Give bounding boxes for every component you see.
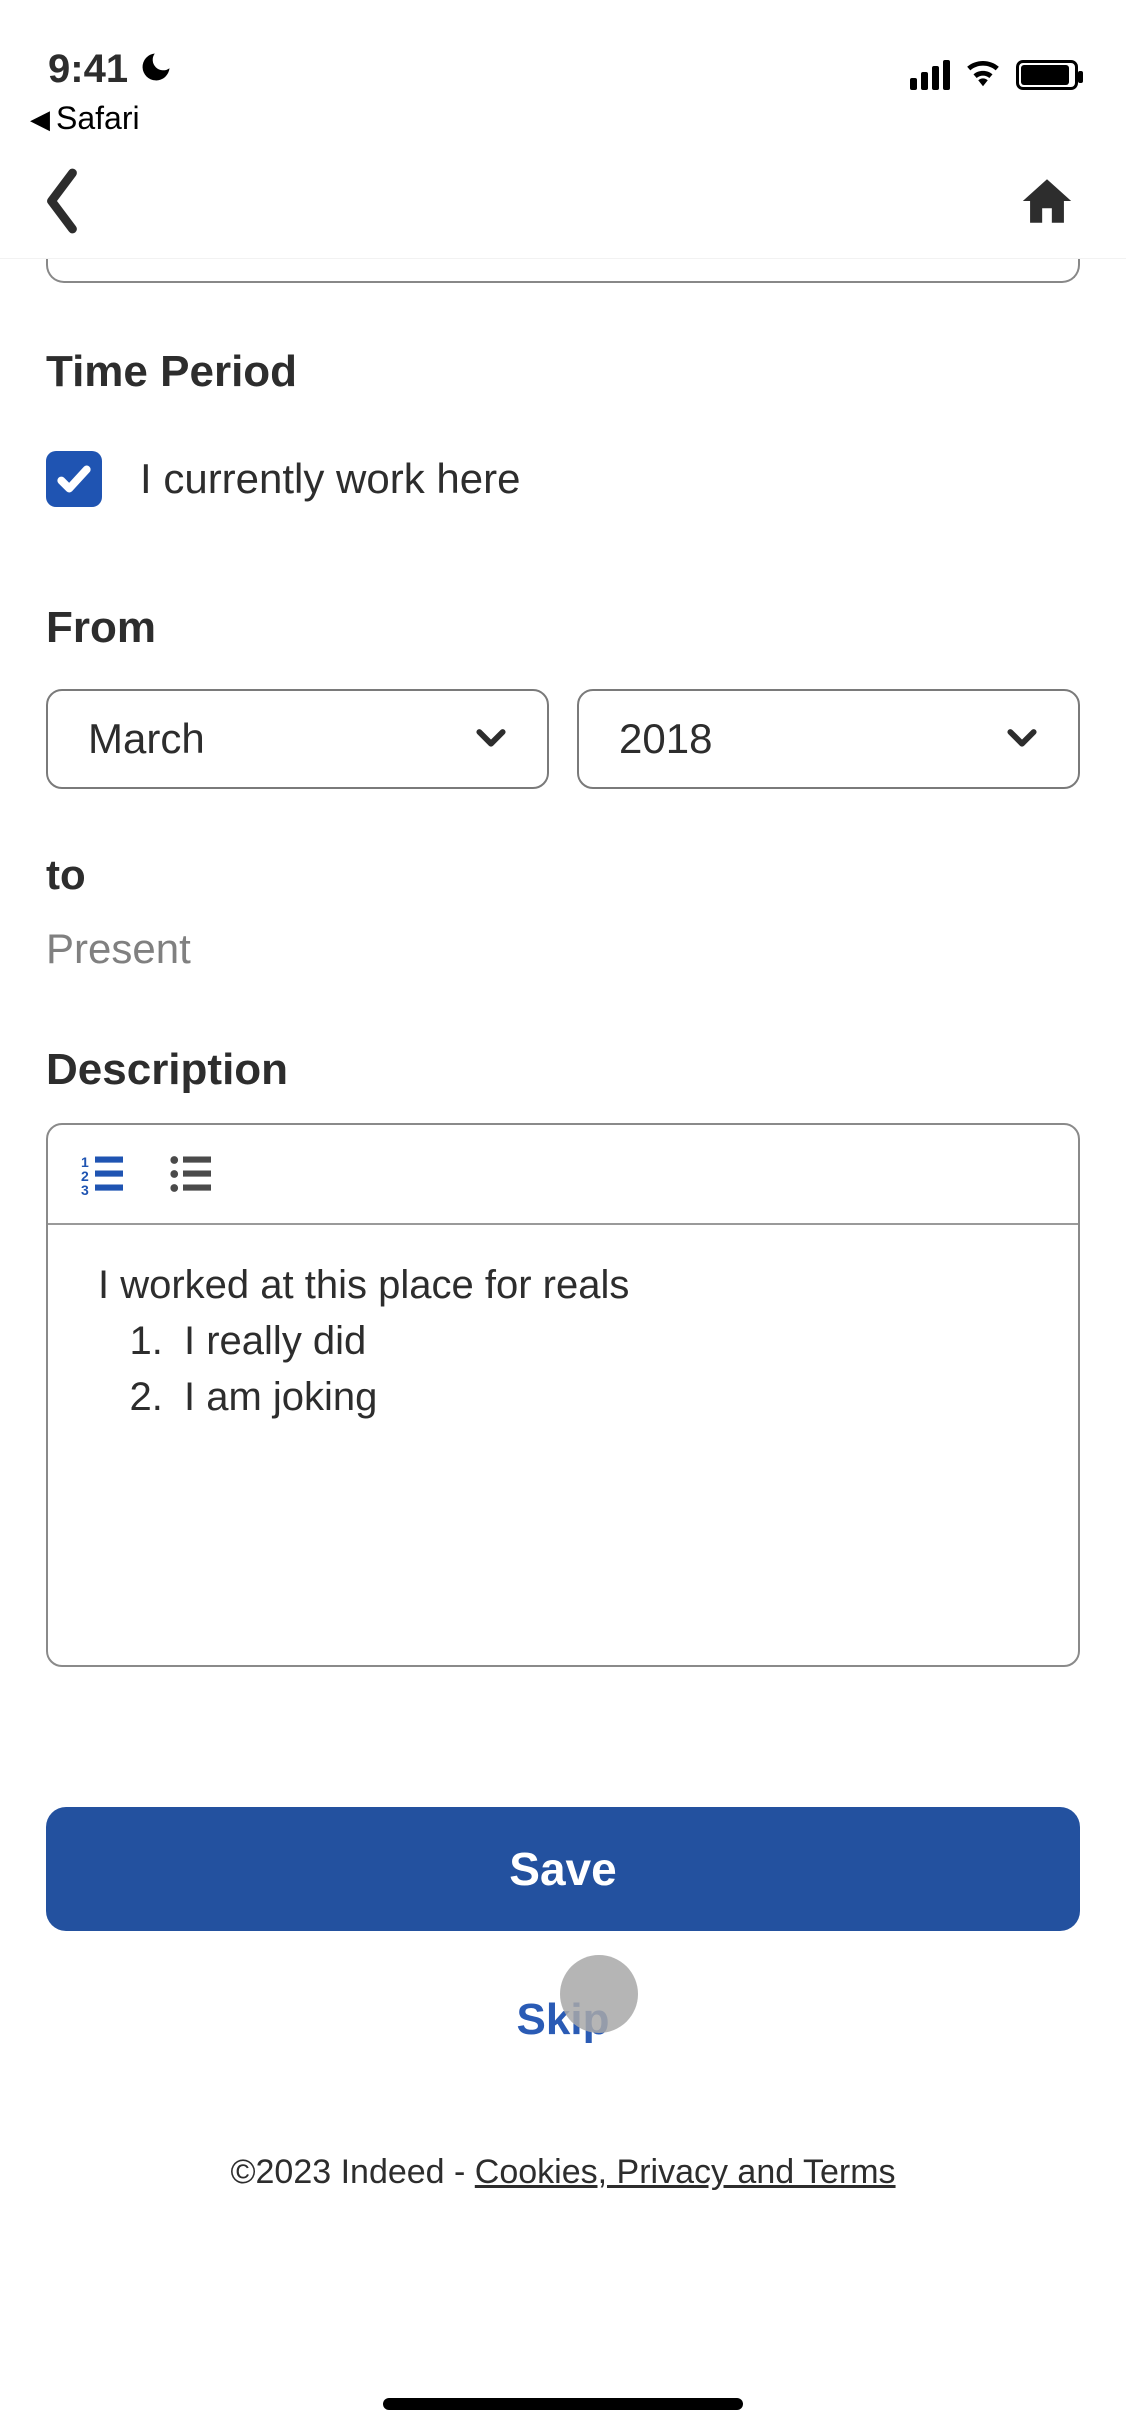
description-editor: 123 I worked at this place for reals I r… (46, 1123, 1080, 1667)
from-label: From (46, 603, 1080, 653)
save-button[interactable]: Save (46, 1807, 1080, 1931)
unordered-list-button[interactable] (166, 1150, 214, 1198)
status-bar: 9:41 (0, 0, 1126, 100)
from-year-value: 2018 (619, 715, 712, 763)
home-button[interactable] (1018, 172, 1076, 235)
time-period-label: Time Period (46, 347, 1080, 397)
home-indicator[interactable] (383, 2398, 743, 2410)
from-year-select[interactable]: 2018 (577, 689, 1080, 789)
currently-work-label: I currently work here (140, 455, 520, 503)
description-intro-line: I worked at this place for reals (98, 1259, 1038, 1311)
back-button[interactable] (40, 166, 84, 241)
editor-toolbar: 123 (48, 1125, 1078, 1225)
from-month-select[interactable]: March (46, 689, 549, 789)
check-icon (55, 460, 93, 498)
description-list-item: I am joking (174, 1371, 1038, 1423)
previous-field-bottom-edge (46, 259, 1080, 283)
do-not-disturb-icon (138, 49, 174, 91)
navbar (0, 149, 1126, 259)
battery-icon (1016, 60, 1078, 90)
footer-copyright: ©2023 Indeed - (230, 2153, 474, 2191)
back-to-app-label: Safari (56, 100, 140, 137)
description-list-item: I really did (174, 1315, 1038, 1367)
back-triangle-icon: ◀ (30, 106, 50, 132)
description-textarea[interactable]: I worked at this place for reals I reall… (48, 1225, 1078, 1665)
currently-work-checkbox[interactable] (46, 451, 102, 507)
wifi-icon (964, 57, 1002, 92)
cellular-signal-icon (910, 60, 950, 90)
svg-text:3: 3 (81, 1182, 89, 1195)
from-month-value: March (88, 715, 205, 763)
touch-indicator (560, 1955, 638, 2033)
to-value: Present (46, 925, 1080, 973)
status-time: 9:41 (48, 47, 128, 92)
footer-legal-link[interactable]: Cookies, Privacy and Terms (475, 2153, 896, 2191)
save-button-label: Save (509, 1842, 616, 1896)
ordered-list-button[interactable]: 123 (78, 1150, 126, 1198)
back-to-app-button[interactable]: ◀ Safari (0, 100, 1126, 149)
footer: ©2023 Indeed - Cookies, Privacy and Term… (0, 2153, 1126, 2192)
chevron-down-icon (471, 717, 511, 762)
description-label: Description (46, 1045, 1080, 1095)
to-label: to (46, 851, 1080, 899)
chevron-down-icon (1002, 717, 1042, 762)
